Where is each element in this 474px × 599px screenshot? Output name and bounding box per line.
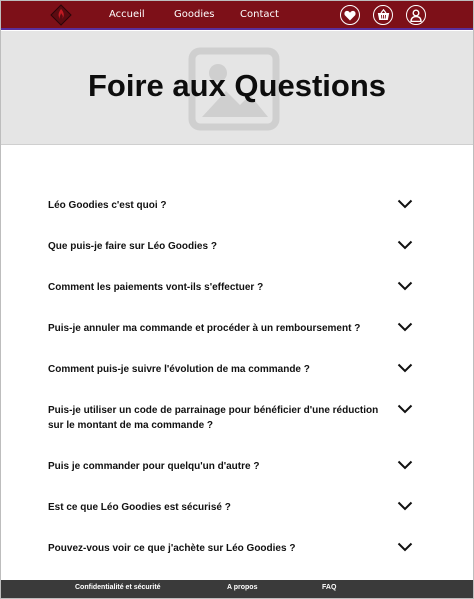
faq-item[interactable]: Puis-je utiliser un code de parrainage p… [48, 403, 426, 433]
faq-question: Est ce que Léo Goodies est sécurisé ? [48, 502, 231, 513]
account-button[interactable] [406, 5, 426, 25]
heart-icon [344, 10, 356, 20]
basket-icon [377, 9, 389, 20]
faq-item[interactable]: Puis-je annuler ma commande et procéder … [48, 321, 426, 336]
chevron-down-icon[interactable] [397, 404, 413, 414]
faq-question: Pouvez-vous voir ce que j'achète sur Léo… [48, 543, 296, 554]
chevron-down-icon[interactable] [397, 199, 413, 209]
top-navigation-bar: Accueil Goodies Contact [1, 1, 473, 30]
chevron-down-icon[interactable] [397, 501, 413, 511]
faq-item[interactable]: Pouvez-vous voir ce que j'achète sur Léo… [48, 541, 426, 556]
chevron-down-icon[interactable] [397, 460, 413, 470]
footer-link-about[interactable]: A propos [227, 584, 257, 591]
faq-question: Puis je commander pour quelqu'un d'autre… [48, 461, 260, 472]
faq-question: Que puis-je faire sur Léo Goodies ? [48, 241, 217, 252]
chevron-down-icon[interactable] [397, 363, 413, 373]
faq-item[interactable]: Est ce que Léo Goodies est sécurisé ? [48, 500, 426, 515]
favorites-button[interactable] [340, 5, 360, 25]
faq-item[interactable]: Comment puis-je suivre l'évolution de ma… [48, 362, 426, 377]
user-icon [410, 9, 422, 22]
nav-link-contact[interactable]: Contact [240, 9, 279, 20]
footer-link-faq[interactable]: FAQ [322, 584, 336, 591]
cart-button[interactable] [373, 5, 393, 25]
faq-item[interactable]: Léo Goodies c'est quoi ? [48, 198, 426, 213]
flame-diamond-logo[interactable] [50, 4, 72, 26]
page-title: Foire aux Questions [87, 68, 386, 103]
faq-question: Comment puis-je suivre l'évolution de ma… [48, 364, 310, 375]
chevron-down-icon[interactable] [397, 281, 413, 291]
footer-bar: Confidentialité et sécurité A propos FAQ [1, 580, 473, 598]
faq-item[interactable]: Puis je commander pour quelqu'un d'autre… [48, 459, 426, 474]
faq-item[interactable]: Que puis-je faire sur Léo Goodies ? [48, 239, 426, 254]
hero-banner: Foire aux Questions [1, 31, 473, 145]
footer-link-privacy[interactable]: Confidentialité et sécurité [75, 584, 161, 591]
chevron-down-icon[interactable] [397, 542, 413, 552]
faq-question: Puis-je utiliser un code de parrainage p… [48, 405, 379, 431]
nav-link-goodies[interactable]: Goodies [174, 9, 214, 20]
faq-question: Puis-je annuler ma commande et procéder … [48, 323, 361, 334]
faq-question: Comment les paiements vont-ils s'effectu… [48, 282, 264, 293]
nav-link-accueil[interactable]: Accueil [109, 9, 145, 20]
faq-question: Léo Goodies c'est quoi ? [48, 200, 167, 211]
chevron-down-icon[interactable] [397, 322, 413, 332]
faq-item[interactable]: Comment les paiements vont-ils s'effectu… [48, 280, 426, 295]
chevron-down-icon[interactable] [397, 240, 413, 250]
